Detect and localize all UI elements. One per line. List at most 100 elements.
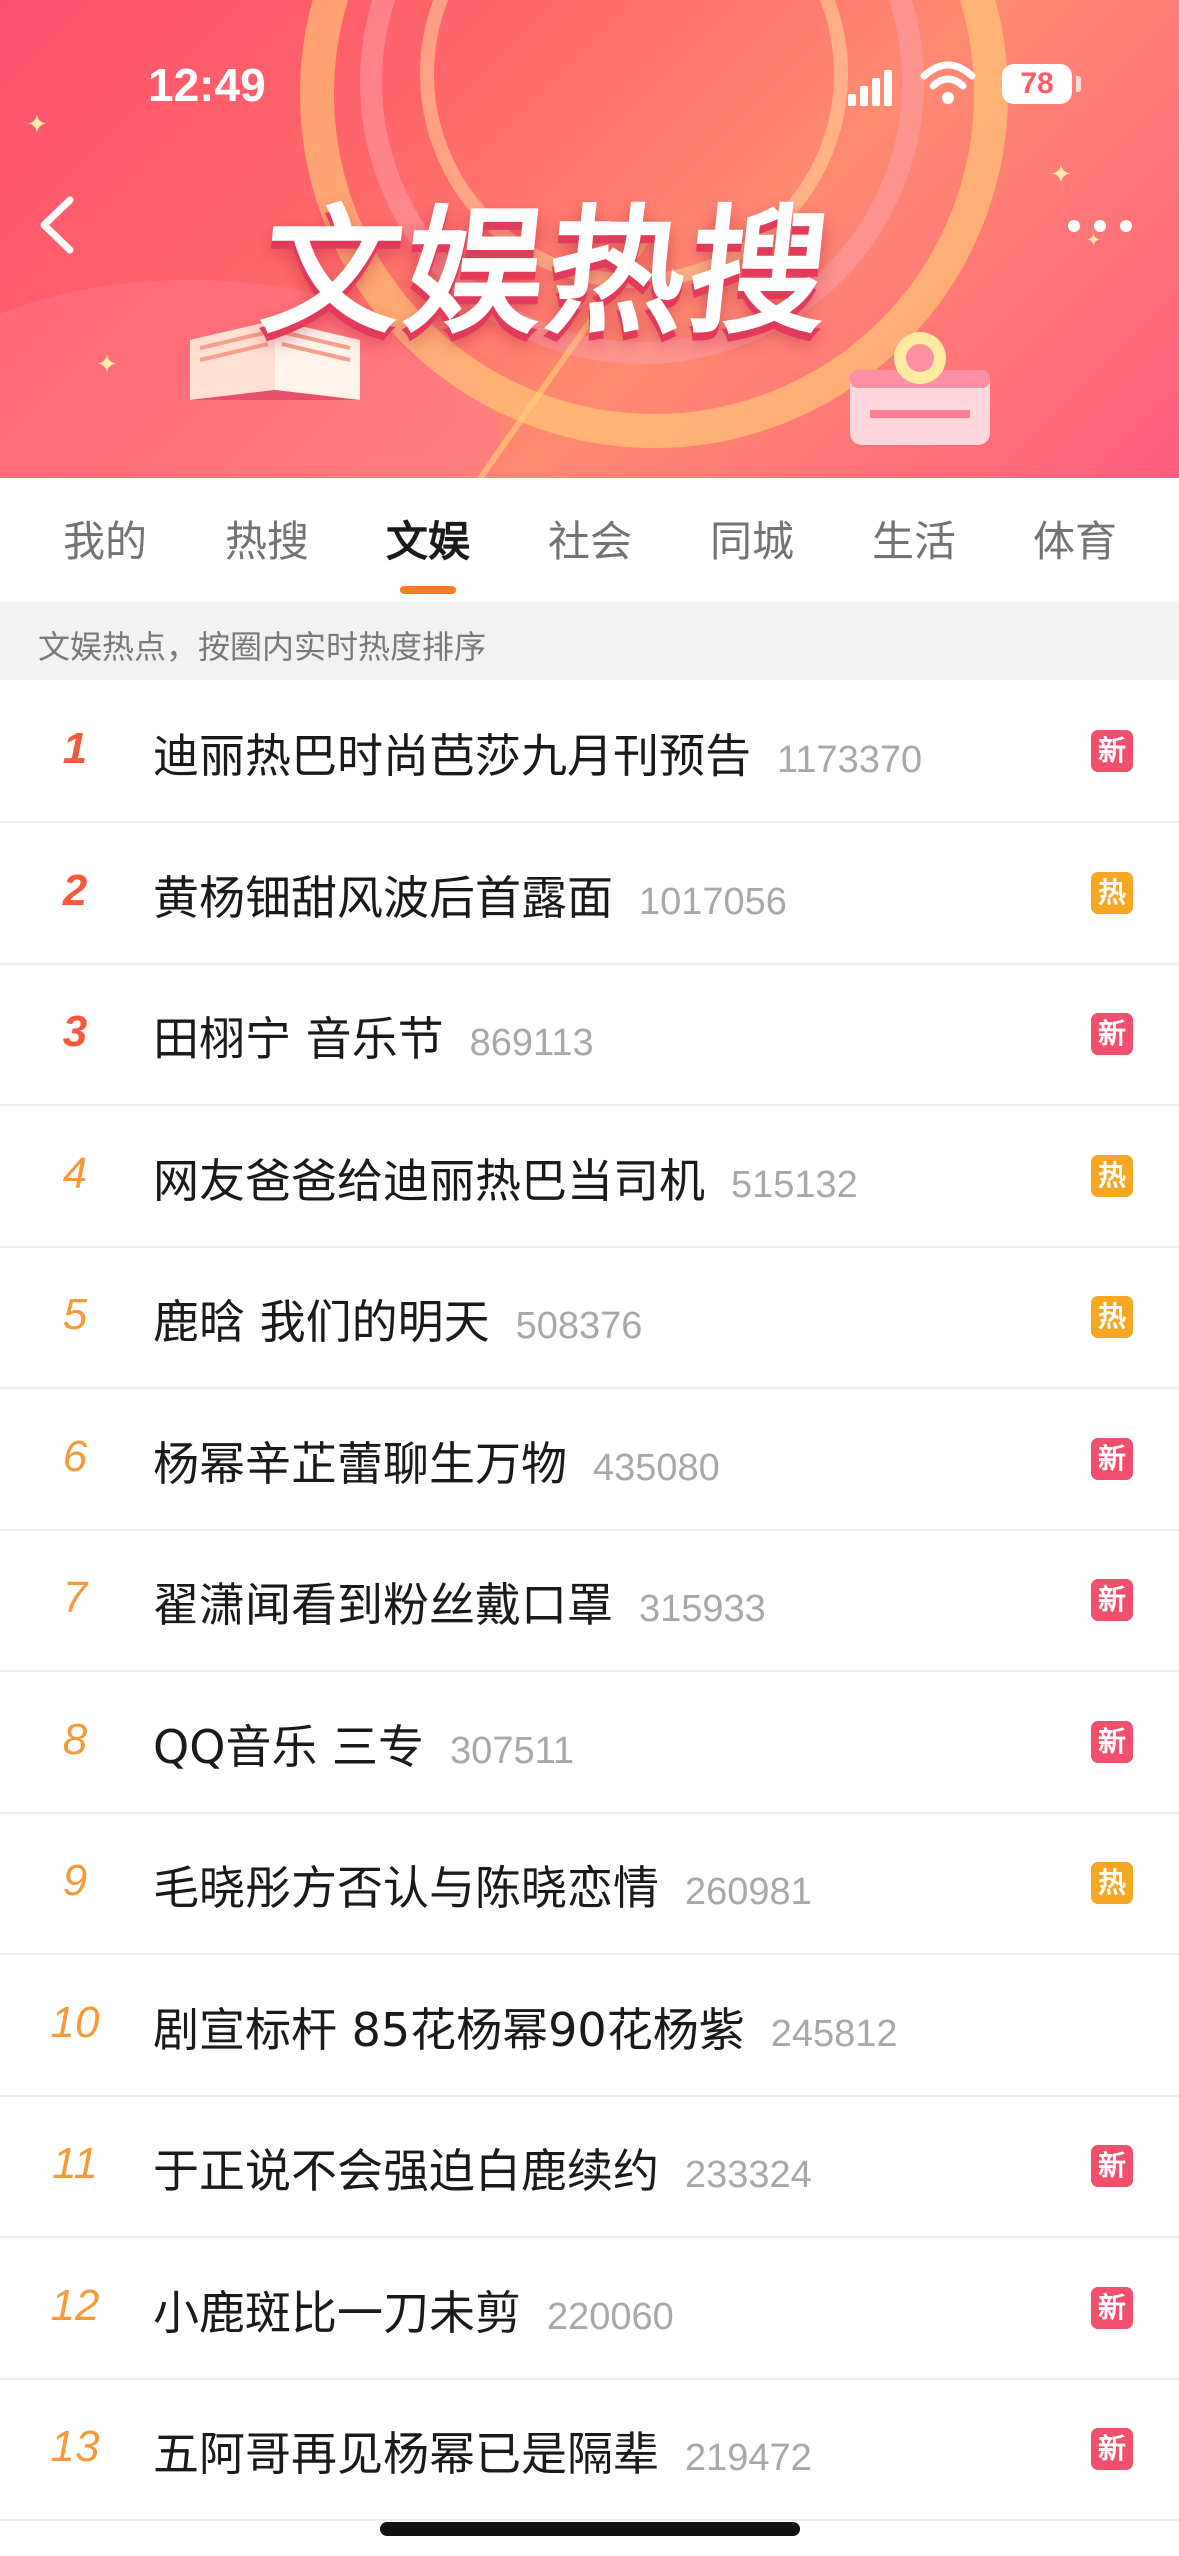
topic-title[interactable]: 剧宣标杆 85花杨幂90花杨紫 245812 — [153, 1994, 898, 2060]
list-item[interactable]: 1 迪丽热巴时尚芭莎九月刊预告 1173370 新 — [0, 680, 1179, 823]
list-item[interactable]: 11 于正说不会强迫白鹿续约 233324 新 — [0, 2095, 1179, 2238]
list-item[interactable]: 10 剧宣标杆 85花杨幂90花杨紫 245812 — [0, 1954, 1179, 2097]
list-description: 文娱热点，按圈内实时热度排序 — [38, 628, 487, 666]
tab-mine[interactable]: 我的 — [40, 508, 170, 569]
rank-number: 11 — [52, 2139, 98, 2188]
status-time: 12:49 — [148, 59, 266, 111]
hot-badge: 热 — [1091, 872, 1133, 914]
more-options-icon[interactable] — [1066, 212, 1136, 242]
topic-title[interactable]: 田栩宁 音乐节 869113 — [153, 1003, 594, 1069]
list-item[interactable]: 3 田栩宁 音乐节 869113 新 — [0, 963, 1179, 1106]
topic-title[interactable]: 小鹿斑比一刀未剪 220060 — [153, 2277, 674, 2343]
heat-count: 1173370 — [777, 739, 923, 781]
hot-badge: 热 — [1091, 1155, 1133, 1197]
heat-count: 219472 — [685, 2437, 812, 2479]
list-item[interactable]: 8 QQ音乐 三专 307511 新 — [0, 1671, 1179, 1814]
topic-text: 毛晓彤方否认与陈晓恋情 — [153, 1861, 659, 1915]
topic-title[interactable]: 杨幂辛芷蕾聊生万物 435080 — [153, 1428, 720, 1494]
new-badge: 新 — [1091, 1438, 1133, 1480]
topic-title[interactable]: 网友爸爸给迪丽热巴当司机 515132 — [153, 1145, 858, 1211]
topic-text: 网友爸爸给迪丽热巴当司机 — [153, 1154, 705, 1208]
heat-count: 233324 — [685, 2154, 812, 2196]
cellular-signal-icon — [848, 66, 894, 106]
list-item[interactable]: 2 黄杨钿甜风波后首露面 1017056 热 — [0, 822, 1179, 965]
topic-text: 黄杨钿甜风波后首露面 — [153, 871, 613, 925]
new-badge: 新 — [1091, 1579, 1133, 1621]
active-tab-indicator — [400, 586, 456, 594]
topic-title[interactable]: 鹿晗 我们的明天 508376 — [153, 1286, 642, 1352]
new-badge: 新 — [1091, 2428, 1133, 2470]
home-indicator[interactable] — [380, 2522, 800, 2536]
topic-text: 剧宣标杆 85花杨幂90花杨紫 — [153, 2003, 745, 2057]
page-title: 文娱热搜 — [255, 192, 841, 353]
heat-count: 1017056 — [639, 881, 787, 923]
rank-number: 3 — [62, 1007, 88, 1056]
topic-text: 于正说不会强迫白鹿续约 — [153, 2144, 659, 2198]
rank-number: 5 — [62, 1290, 88, 1339]
header-banner: ✦ ✦ ✦ ✦ 12:49 78 文娱热搜 — [0, 0, 1179, 478]
battery-indicator: 78 — [1002, 64, 1072, 104]
battery-cap — [1076, 76, 1081, 92]
rank-number: 1 — [62, 724, 88, 773]
sparkle-icon: ✦ — [96, 350, 118, 380]
subtitle-bar: 文娱热点，按圈内实时热度排序 — [0, 602, 1179, 680]
rank-number: 10 — [50, 1998, 100, 2047]
heat-count: 220060 — [547, 2296, 674, 2338]
topic-title[interactable]: 迪丽热巴时尚芭莎九月刊预告 1173370 — [153, 720, 922, 786]
rank-number: 12 — [50, 2281, 100, 2330]
topic-text: 五阿哥再见杨幂已是隔辈 — [153, 2427, 659, 2481]
wifi-icon — [920, 61, 976, 104]
topic-text: 杨幂辛芷蕾聊生万物 — [153, 1437, 567, 1491]
new-badge: 新 — [1091, 1721, 1133, 1763]
list-item[interactable]: 13 五阿哥再见杨幂已是隔辈 219472 新 — [0, 2378, 1179, 2521]
category-tabs: 我的 热搜 文娱 社会 同城 生活 体育 — [0, 478, 1179, 602]
hot-badge: 热 — [1091, 1296, 1133, 1338]
topic-text: 田栩宁 音乐节 — [153, 1012, 444, 1066]
list-item[interactable]: 7 翟潇闻看到粉丝戴口罩 315933 新 — [0, 1529, 1179, 1672]
heat-count: 260981 — [685, 1871, 812, 1913]
list-item[interactable]: 9 毛晓彤方否认与陈晓恋情 260981 热 — [0, 1812, 1179, 1955]
topic-title[interactable]: 五阿哥再见杨幂已是隔辈 219472 — [153, 2418, 812, 2484]
rank-number: 7 — [62, 1573, 88, 1622]
rank-number: 4 — [62, 1149, 88, 1198]
new-badge: 新 — [1091, 2145, 1133, 2187]
topic-text: 迪丽热巴时尚芭莎九月刊预告 — [153, 729, 751, 783]
tab-local[interactable]: 同城 — [687, 508, 817, 569]
topic-text: 翟潇闻看到粉丝戴口罩 — [153, 1578, 613, 1632]
rank-number: 6 — [62, 1432, 88, 1481]
topic-title[interactable]: QQ音乐 三专 307511 — [153, 1711, 574, 1777]
hot-badge: 热 — [1091, 1862, 1133, 1904]
sparkle-icon: ✦ — [1050, 160, 1072, 190]
status-bar: 12:49 78 — [0, 0, 1179, 150]
camera-icon — [850, 332, 990, 445]
list-item[interactable]: 4 网友爸爸给迪丽热巴当司机 515132 热 — [0, 1105, 1179, 1248]
tab-society[interactable]: 社会 — [525, 508, 655, 569]
topic-title[interactable]: 黄杨钿甜风波后首露面 1017056 — [153, 862, 787, 928]
list-item[interactable]: 5 鹿晗 我们的明天 508376 热 — [0, 1246, 1179, 1389]
heat-count: 307511 — [450, 1730, 575, 1772]
topic-text: 小鹿斑比一刀未剪 — [153, 2286, 521, 2340]
rank-number: 2 — [62, 866, 88, 915]
heat-count: 869113 — [469, 1022, 594, 1064]
tab-sports[interactable]: 体育 — [1010, 508, 1140, 569]
new-badge: 新 — [1091, 2287, 1133, 2329]
rank-number: 13 — [50, 2422, 100, 2471]
tab-hot-search[interactable]: 热搜 — [202, 508, 332, 569]
tab-life[interactable]: 生活 — [849, 508, 979, 569]
new-badge: 新 — [1091, 1013, 1133, 1055]
topic-title[interactable]: 毛晓彤方否认与陈晓恋情 260981 — [153, 1852, 812, 1918]
heat-count: 508376 — [515, 1305, 643, 1347]
topic-title[interactable]: 于正说不会强迫白鹿续约 233324 — [153, 2135, 812, 2201]
heat-count: 315933 — [639, 1588, 766, 1630]
heat-count: 245812 — [770, 2013, 898, 2055]
topic-title[interactable]: 翟潇闻看到粉丝戴口罩 315933 — [153, 1569, 766, 1635]
heat-count: 435080 — [593, 1447, 720, 1489]
rank-number: 9 — [62, 1856, 88, 1905]
topic-text: 鹿晗 我们的明天 — [153, 1295, 490, 1349]
tab-entertainment[interactable]: 文娱 — [363, 508, 493, 569]
list-item[interactable]: 6 杨幂辛芷蕾聊生万物 435080 新 — [0, 1388, 1179, 1531]
heat-count: 515132 — [731, 1164, 858, 1206]
new-badge: 新 — [1091, 730, 1133, 772]
back-arrow-icon[interactable] — [28, 190, 88, 260]
list-item[interactable]: 12 小鹿斑比一刀未剪 220060 新 — [0, 2237, 1179, 2380]
